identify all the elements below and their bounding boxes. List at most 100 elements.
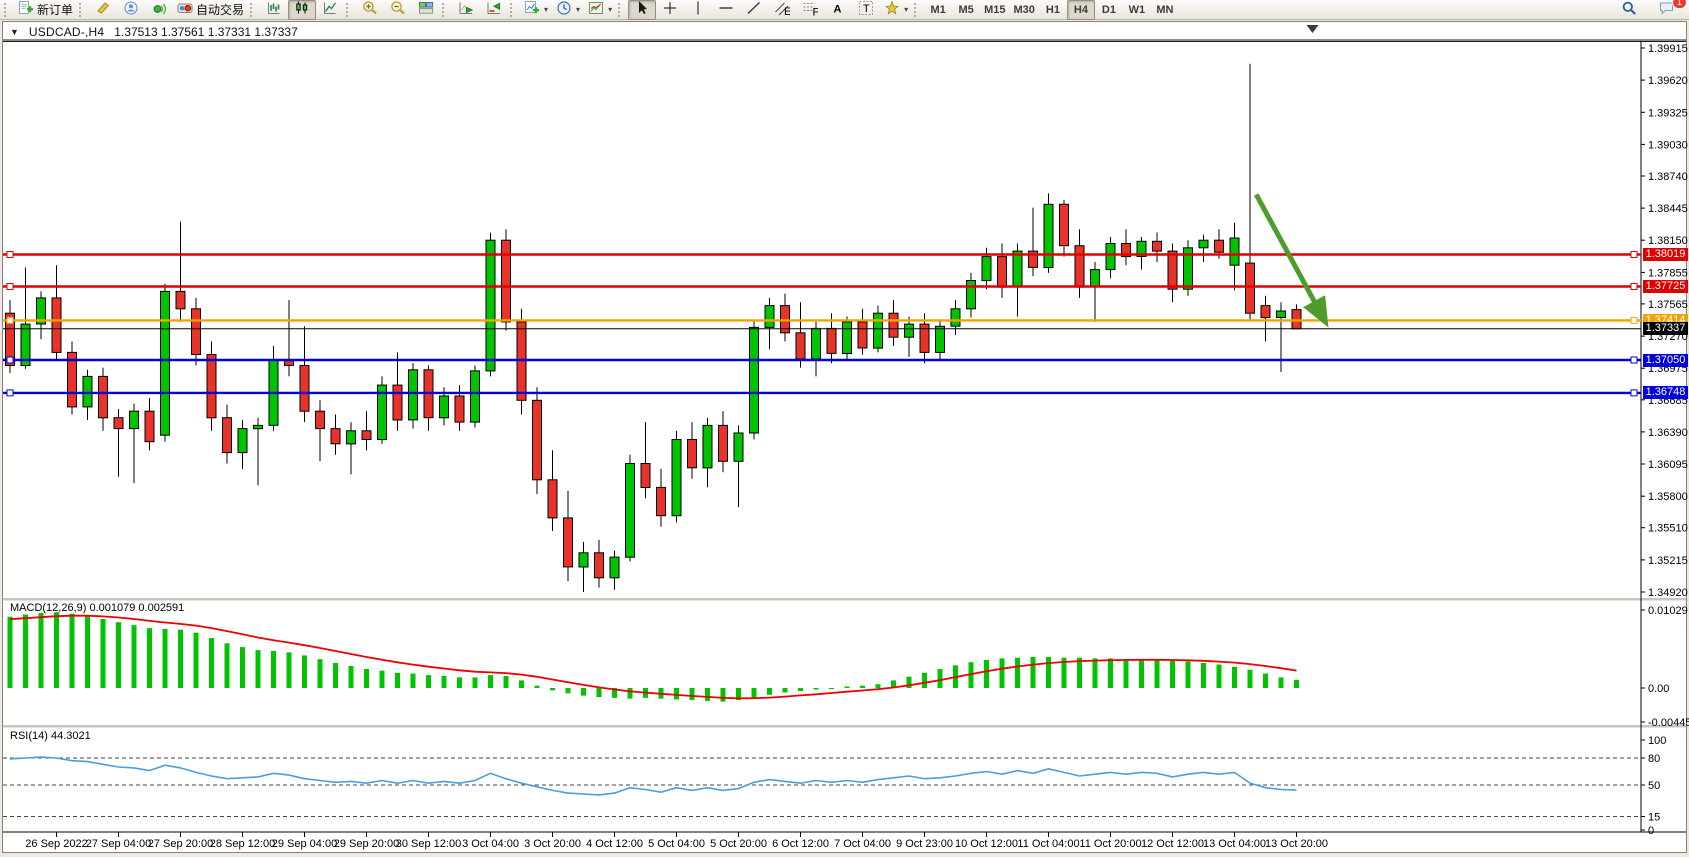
chevron-down-icon: ▾: [608, 5, 612, 14]
autotrade-icon: [177, 0, 193, 19]
crosshair-icon: [662, 0, 678, 19]
toolbar-grip: [250, 3, 257, 17]
timeframe-m5-button[interactable]: M5: [952, 0, 980, 20]
zoom-in-button[interactable]: [356, 0, 384, 20]
price-tag: 1.37050: [1643, 354, 1688, 367]
toolbar-grip: [442, 3, 449, 17]
button-label: M5: [958, 4, 973, 16]
timeframe-m30-button[interactable]: M30: [1010, 0, 1039, 20]
toolbar-right: 1: [1615, 0, 1681, 20]
vline-icon: [690, 0, 706, 19]
toolbar-grip: [79, 3, 86, 17]
macd-label: MACD(12,26,9) 0.001079 0.002591: [10, 602, 184, 614]
cursor-icon: [634, 0, 650, 19]
toolbar-grip: [4, 3, 11, 17]
fibonacci-tool-button[interactable]: F: [796, 0, 824, 20]
toolbar-grip: [510, 3, 517, 17]
mt4-application: 新订单 自动交易 ▾ ▾ ▾ E F A T ▾ M1 M5 M15 M30 H1 H4 D1 W1 MN 1 ▼ U…: [0, 0, 1689, 857]
button-label: H4: [1074, 4, 1088, 16]
timeframe-w1-button[interactable]: W1: [1123, 0, 1151, 20]
zoom-out-button[interactable]: [384, 0, 412, 20]
rsi-label: RSI(14) 44.3021: [10, 730, 91, 742]
auto-scroll-button[interactable]: [452, 0, 480, 20]
text-tool-button[interactable]: A: [824, 0, 852, 20]
trendline-tool-button[interactable]: [740, 0, 768, 20]
chat-button[interactable]: 1: [1653, 0, 1681, 20]
chart-shift-icon: [486, 0, 502, 19]
collapse-icon[interactable]: ▼: [10, 27, 19, 37]
chart-symbol-period: USDCAD-,H4: [29, 25, 104, 39]
broadcast-icon: [151, 0, 167, 19]
button-label: M30: [1014, 4, 1035, 16]
tile-windows-icon: [418, 0, 434, 19]
svg-text:E: E: [784, 6, 790, 16]
button-label: M15: [984, 4, 1005, 16]
community-button[interactable]: [117, 0, 145, 20]
button-label: D1: [1102, 4, 1116, 16]
toolbar-grip: [346, 3, 353, 17]
price-tag: 1.38019: [1643, 248, 1688, 261]
new-order-icon: [18, 0, 34, 19]
template-icon: [588, 0, 604, 19]
line-chart-mode-button[interactable]: [316, 0, 344, 20]
crosshair-tool-button[interactable]: [656, 0, 684, 20]
button-label: 新订单: [37, 1, 73, 18]
button-label: W1: [1129, 4, 1146, 16]
price-tag: 1.36748: [1643, 386, 1688, 399]
svg-text:T: T: [863, 3, 870, 15]
pencil-icon: [95, 0, 111, 19]
candlestick-mode-button[interactable]: [288, 0, 316, 20]
channel-tool-button[interactable]: E: [768, 0, 796, 20]
chart-ohlc-values: 1.37513 1.37561 1.37331 1.37337: [114, 25, 298, 39]
text-a-icon: A: [830, 0, 846, 19]
search-icon: [1621, 0, 1637, 19]
zoom-in-icon: [362, 0, 378, 19]
chevron-down-icon: ▾: [576, 5, 580, 14]
new-chart-button[interactable]: ▾: [520, 0, 552, 20]
chevron-down-icon: ▾: [904, 5, 908, 14]
zoom-out-icon: [390, 0, 406, 19]
channel-icon: E: [774, 0, 790, 19]
price-tag: 1.37337: [1643, 322, 1688, 335]
button-label: 自动交易: [196, 1, 244, 18]
shapes-tool-button[interactable]: ▾: [880, 0, 912, 20]
templates-button[interactable]: ▾: [584, 0, 616, 20]
timeframe-d1-button[interactable]: D1: [1095, 0, 1123, 20]
bar-chart-mode-button[interactable]: [260, 0, 288, 20]
fibo-icon: F: [802, 0, 818, 19]
bar-chart-icon: [266, 0, 282, 19]
chart-titlebar[interactable]: ▼ USDCAD-,H4 1.37513 1.37561 1.37331 1.3…: [3, 22, 1686, 42]
timeframe-m1-button[interactable]: M1: [924, 0, 952, 20]
autotrading-button[interactable]: 自动交易: [173, 0, 248, 20]
main-toolbar: 新订单 自动交易 ▾ ▾ ▾ E F A T ▾ M1 M5 M15 M30 H1 H4 D1 W1 MN 1: [0, 0, 1689, 20]
price-tag: 1.37725: [1643, 280, 1688, 293]
chart-window[interactable]: ▼ USDCAD-,H4 1.37513 1.37561 1.37331 1.3…: [2, 21, 1687, 853]
label-tool-button[interactable]: T: [852, 0, 880, 20]
toolbar-grip: [914, 3, 921, 17]
chart-shift-button[interactable]: [480, 0, 508, 20]
notification-badge: 1: [1672, 0, 1687, 9]
new-chart-icon: [524, 0, 540, 19]
timeframe-h4-button[interactable]: H4: [1067, 0, 1095, 20]
shapes-icon: [884, 0, 900, 19]
hline-icon: [718, 0, 734, 19]
hline-tool-button[interactable]: [712, 0, 740, 20]
new-order-button[interactable]: 新订单: [14, 0, 77, 20]
timeframe-mn-button[interactable]: MN: [1151, 0, 1179, 20]
vline-tool-button[interactable]: [684, 0, 712, 20]
toolbar-grip: [618, 3, 625, 17]
broadcast-button[interactable]: [145, 0, 173, 20]
chevron-down-icon: ▾: [544, 5, 548, 14]
candle-chart-icon: [294, 0, 310, 19]
tile-windows-button[interactable]: [412, 0, 440, 20]
svg-text:F: F: [813, 7, 819, 17]
timeframe-m15-button[interactable]: M15: [980, 0, 1009, 20]
periods-button[interactable]: ▾: [552, 0, 584, 20]
autoscroll-icon: [458, 0, 474, 19]
search-button[interactable]: [1615, 0, 1643, 20]
timeframe-h1-button[interactable]: H1: [1039, 0, 1067, 20]
cursor-tool-button[interactable]: [628, 0, 656, 20]
button-label: MN: [1156, 4, 1173, 16]
metaeditor-button[interactable]: [89, 0, 117, 20]
svg-text:A: A: [834, 4, 842, 16]
